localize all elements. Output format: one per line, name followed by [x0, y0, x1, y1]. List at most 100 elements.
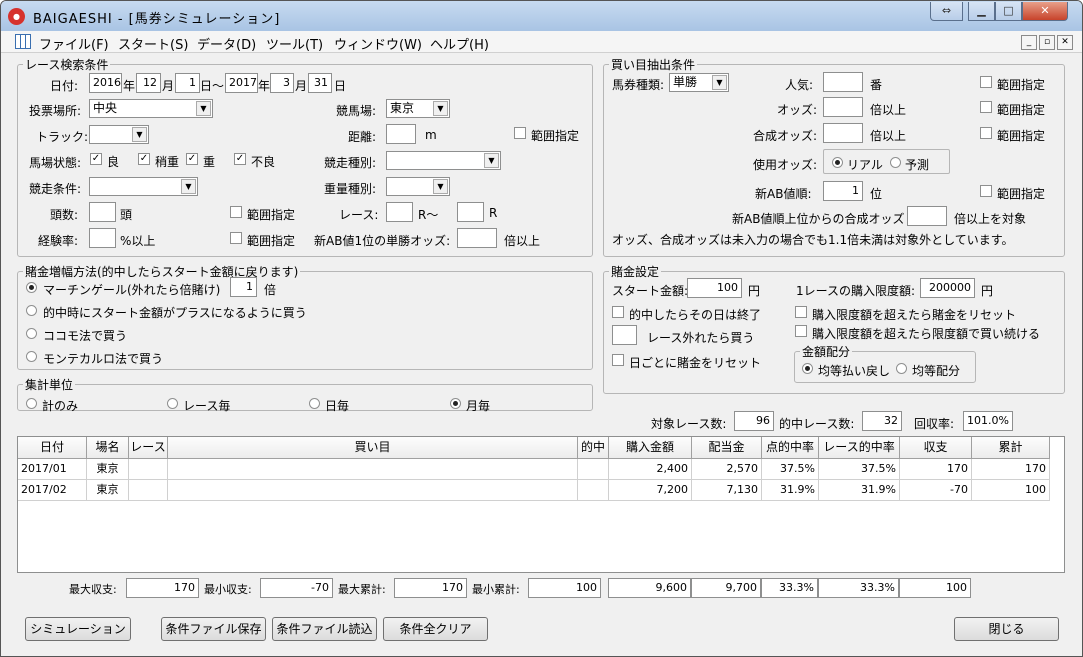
simulate-button[interactable]: シミュレーション — [25, 617, 131, 641]
agg-day-radio[interactable] — [309, 398, 320, 409]
race-from-input[interactable] — [386, 202, 413, 222]
limit-label: 1レースの購入限度額: — [796, 284, 916, 298]
cond-heavy-checkbox[interactable]: ✓ — [186, 153, 198, 165]
mdi-close-icon[interactable]: ✕ — [1057, 35, 1073, 50]
menu-file[interactable]: ファイル(F) — [39, 34, 109, 53]
race-cond-select[interactable]: ▼ — [89, 177, 198, 196]
col-header-cumulative[interactable]: 累計 — [972, 437, 1050, 459]
heads-range-label: 範囲指定 — [247, 208, 296, 222]
martingale-radio[interactable] — [26, 282, 37, 293]
distance-label: 距離: — [348, 130, 377, 144]
ab-rank-range-label: 範囲指定 — [997, 187, 1046, 201]
agg-total-radio[interactable] — [26, 398, 37, 409]
start-month-input[interactable]: 12 — [136, 73, 161, 93]
odds-input[interactable] — [823, 97, 863, 117]
menu-tools[interactable]: ツール(T) — [266, 34, 323, 53]
heads-range-checkbox[interactable] — [230, 206, 242, 218]
col-header-hit[interactable]: 的中 — [578, 437, 609, 459]
plus-on-hit-radio[interactable] — [26, 305, 37, 316]
start-year-input[interactable]: 2016 — [89, 73, 122, 93]
ab-odds-input[interactable] — [457, 228, 497, 248]
col-header-race[interactable]: レース — [129, 437, 168, 459]
hit-races-value: 32 — [862, 411, 902, 431]
exp-range-checkbox[interactable] — [230, 232, 242, 244]
mdi-restore-icon[interactable]: ▫ — [1039, 35, 1055, 50]
close-button[interactable]: 閉じる — [954, 617, 1059, 641]
end-year-input[interactable]: 2017 — [225, 73, 258, 93]
cond-good-checkbox[interactable]: ✓ — [90, 153, 102, 165]
multiplier-input[interactable]: 1 — [230, 277, 257, 297]
ab-composite-input[interactable] — [907, 206, 947, 226]
cond-bad-checkbox[interactable]: ✓ — [234, 153, 246, 165]
keep-limit-checkbox[interactable] — [795, 325, 807, 337]
montecarlo-radio[interactable] — [26, 351, 37, 362]
menu-help[interactable]: ヘルプ(H) — [430, 34, 489, 53]
popularity-input[interactable] — [823, 72, 863, 92]
composite-odds-input[interactable] — [823, 123, 863, 143]
col-header-purchase[interactable]: 購入金額 — [609, 437, 692, 459]
end-month-input[interactable]: 3 — [270, 73, 294, 93]
chevron-down-icon: ▼ — [196, 101, 211, 116]
app-icon[interactable]: ● — [8, 8, 25, 25]
col-header-date[interactable]: 日付 — [18, 437, 87, 459]
minimize-icon[interactable]: ▁ — [968, 2, 995, 21]
cell-balance: 170 — [900, 459, 972, 480]
ticket-type-label: 馬券種類: — [612, 78, 665, 92]
end-day-input[interactable]: 31 — [308, 73, 332, 93]
save-conditions-button[interactable]: 条件ファイル保存 — [161, 617, 266, 641]
composite-range-checkbox[interactable] — [980, 127, 992, 139]
col-header-race-hit[interactable]: レース的中率 — [819, 437, 900, 459]
ticket-type-select[interactable]: 単勝 ▼ — [669, 73, 729, 92]
limit-input[interactable]: 200000 — [920, 278, 975, 298]
start-day-input[interactable]: 1 — [175, 73, 200, 93]
kokomo-radio[interactable] — [26, 328, 37, 339]
reset-limit-checkbox[interactable] — [795, 306, 807, 318]
exp-unit: %以上 — [120, 234, 156, 248]
mdi-minimize-icon[interactable]: _ — [1021, 35, 1037, 50]
track-select[interactable]: ▼ — [89, 125, 149, 144]
agg-race-radio[interactable] — [167, 398, 178, 409]
menu-window[interactable]: ウィンドウ(W) — [334, 34, 422, 53]
col-header-payout[interactable]: 配当金 — [692, 437, 762, 459]
results-table[interactable]: 日付 場名 レース 買い目 的中 購入金額 配当金 点的中率 レース的中率 収支… — [17, 436, 1065, 573]
col-header-bets[interactable]: 買い目 — [168, 437, 578, 459]
menu-start[interactable]: スタート(S) — [118, 34, 188, 53]
col-header-venue[interactable]: 場名 — [87, 437, 129, 459]
menu-data[interactable]: データ(D) — [197, 34, 256, 53]
miss-count-input[interactable] — [612, 325, 637, 345]
exp-input[interactable] — [89, 228, 116, 248]
odds-range-checkbox[interactable] — [980, 101, 992, 113]
start-amount-input[interactable]: 100 — [687, 278, 742, 298]
agg-month-radio[interactable] — [450, 398, 461, 409]
popularity-range-checkbox[interactable] — [980, 76, 992, 88]
condition-label: 馬場状態: — [29, 156, 82, 170]
col-header-point-hit[interactable]: 点的中率 — [762, 437, 819, 459]
cond-slightly-checkbox[interactable]: ✓ — [138, 153, 150, 165]
race-type-select[interactable]: ▼ — [386, 151, 501, 170]
heads-input[interactable] — [89, 202, 116, 222]
race-to-input[interactable] — [457, 202, 484, 222]
popularity-range-label: 範囲指定 — [997, 78, 1046, 92]
weight-select[interactable]: ▼ — [386, 177, 450, 196]
ab-rank-range-checkbox[interactable] — [980, 185, 992, 197]
ab-rank-input[interactable]: 1 — [823, 181, 863, 201]
restore-window-icon[interactable]: ⇔ — [930, 2, 963, 21]
forecast-odds-radio[interactable] — [890, 157, 901, 168]
distance-range-checkbox[interactable] — [514, 127, 526, 139]
real-odds-radio[interactable] — [832, 157, 843, 168]
reset-daily-checkbox[interactable] — [612, 354, 624, 366]
cell-bets — [168, 480, 578, 501]
distance-input[interactable] — [386, 124, 416, 144]
total-cum-value: 100 — [899, 578, 971, 598]
load-conditions-button[interactable]: 条件ファイル読込 — [272, 617, 377, 641]
clear-conditions-button[interactable]: 条件全クリア — [383, 617, 488, 641]
maximize-icon[interactable]: □ — [995, 2, 1022, 21]
equal-refund-radio[interactable] — [802, 363, 813, 374]
equal-alloc-radio[interactable] — [896, 363, 907, 374]
course-select[interactable]: 東京 ▼ — [386, 99, 450, 118]
col-header-balance[interactable]: 収支 — [900, 437, 972, 459]
end-on-hit-checkbox[interactable] — [612, 306, 624, 318]
close-icon[interactable]: ✕ — [1022, 2, 1068, 21]
venue-type-select[interactable]: 中央 ▼ — [89, 99, 213, 118]
martingale-label: マーチンゲール(外れたら倍賭け) — [43, 283, 221, 297]
